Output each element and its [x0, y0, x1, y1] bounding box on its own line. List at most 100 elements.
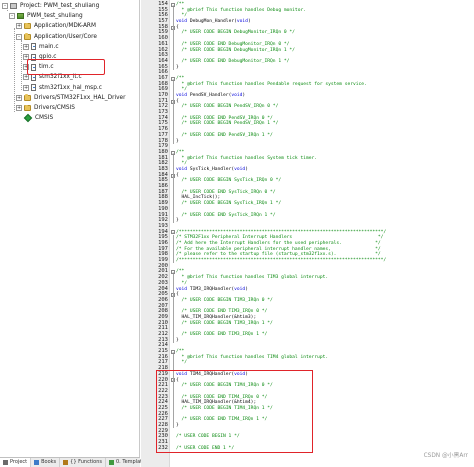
tim4-handler-highlight	[156, 370, 313, 453]
tree-item-label: Application/MDK-ARM	[34, 23, 96, 30]
tree-item[interactable]: - Project: PWM_test_shuliang	[2, 1, 99, 11]
file-icon	[31, 43, 36, 51]
expand-icon[interactable]: +	[23, 74, 29, 81]
gem-icon	[23, 113, 33, 123]
tree-guide-line	[21, 40, 22, 90]
tree-item[interactable]: + Drivers/CMSIS	[16, 103, 75, 113]
code-line: /* USER CODE END DebugMonitor_IRQn 1 */	[176, 58, 290, 65]
tab-icon	[63, 460, 69, 465]
target-icon	[17, 13, 24, 20]
fold-guide-line	[173, 80, 174, 144]
code-token: HAL_IncTick();	[176, 195, 221, 201]
code-token: /* USER CODE END TIM3_IRQn 0 */	[176, 309, 268, 315]
code-line: void TIM3_IRQHandler(void)	[176, 287, 248, 293]
tree-item-label: PWM_test_shuliang	[27, 13, 83, 20]
code-line: /* USER CODE BEGIN PendSV_IRQn 0 */	[176, 104, 279, 110]
code-line: void DebugMon_Handler(void)	[176, 19, 251, 25]
tree-item[interactable]: - Application/User/Core	[16, 32, 97, 42]
code-token: /* USER CODE END DebugMonitor_IRQn 0 */	[176, 41, 290, 47]
code-token: /**	[176, 349, 185, 355]
code-line: }	[176, 139, 179, 145]
code-token: )	[242, 93, 246, 99]
expand-icon[interactable]: +	[23, 84, 29, 91]
code-token: void	[176, 167, 188, 172]
code-token: * @brief This function handles TIM3 glob…	[176, 275, 329, 281]
expand-icon[interactable]: +	[16, 105, 22, 111]
code-token: /* For the available peripheral interrup…	[176, 246, 381, 252]
tree-item[interactable]: + stm32f1xx_hal_msp.c	[23, 83, 102, 93]
tree-item[interactable]: - PWM_test_shuliang	[9, 11, 83, 21]
expand-icon[interactable]: +	[23, 43, 29, 50]
code-token: void	[234, 286, 246, 292]
code-token: /* USER CODE END DebugMonitor_IRQn 1 */	[176, 58, 290, 64]
code-line: */	[176, 360, 188, 366]
tab-icon	[109, 460, 114, 465]
code-token: }	[176, 218, 179, 224]
file-icon	[31, 84, 36, 92]
code-token: /* USER CODE BEGIN SysTick_IRQn 1 */	[176, 201, 282, 207]
code-token: }	[176, 64, 179, 70]
code-token: */	[176, 87, 188, 93]
panel-tab[interactable]: {} Functions	[60, 458, 106, 467]
project-icon	[10, 3, 17, 9]
code-token: */	[176, 13, 188, 19]
folder-icon	[24, 22, 31, 30]
code-token: /***************************************…	[176, 229, 387, 235]
code-token: {	[176, 292, 179, 298]
code-token: * @brief This function handles Debug mon…	[176, 7, 306, 13]
code-token: /**	[176, 269, 185, 275]
tree-item[interactable]: + main.c	[23, 42, 59, 52]
code-token: void	[231, 93, 243, 99]
code-token: /**	[176, 75, 185, 81]
collapse-icon[interactable]: -	[9, 13, 15, 20]
watermark: CSDN @小黑Arr	[423, 453, 468, 459]
code-line: * @brief This function handles Pendable …	[176, 82, 367, 88]
expand-icon[interactable]: +	[16, 23, 22, 30]
fold-guide-line	[173, 154, 174, 224]
code-token: {	[176, 24, 179, 30]
fold-guide-line	[173, 7, 174, 70]
code-token: /* USER CODE END PendSV_IRQn 1 */	[176, 132, 273, 138]
tab-icon	[34, 460, 40, 465]
code-token: /* USER CODE BEGIN DebugMonitor_IRQn 0 *…	[176, 30, 295, 36]
code-line: /* USER CODE BEGIN DebugMonitor_IRQn 0 *…	[176, 30, 295, 36]
ide-window: - Project: PWM_test_shuliang - PWM_test_shu…	[0, 0, 474, 467]
code-line: /* USER CODE BEGIN TIM3_IRQn 1 */	[176, 321, 273, 327]
code-line: }	[176, 338, 179, 344]
panel-tab-label: {} Functions	[70, 459, 102, 465]
tree-item-label: Project: PWM_test_shuliang	[20, 3, 100, 9]
code-token: /**	[176, 149, 185, 155]
code-token: /**	[176, 2, 185, 7]
code-token: * @brief This function handles Pendable …	[176, 81, 367, 87]
code-line: }	[176, 65, 179, 71]
tree-item[interactable]: CMSIS	[16, 113, 53, 123]
code-token: }	[176, 138, 179, 144]
tab-icon	[3, 460, 8, 465]
panel-tab[interactable]: Project	[0, 458, 32, 467]
code-token: void	[176, 19, 188, 25]
folder-icon	[24, 33, 31, 40]
code-line: /* USER CODE END TIM3_IRQn 1 */	[176, 332, 268, 338]
code-line: /* USER CODE BEGIN SysTick_IRQn 0 */	[176, 178, 282, 184]
expand-icon[interactable]: +	[16, 94, 22, 101]
code-token: */	[176, 360, 188, 366]
panel-tab-label: Books	[41, 459, 57, 465]
code-line: * @brief This function handles System ti…	[176, 155, 318, 162]
tree-item-label: Application/User/Core	[34, 33, 97, 40]
tree-item[interactable]: + Drivers/STM32F1xx_HAL_Driver	[16, 93, 125, 103]
collapse-icon[interactable]: -	[16, 33, 22, 40]
code-token: */	[176, 280, 188, 286]
panel-tab-bar: Project Books{} Functions 0. Templates	[0, 457, 152, 467]
code-editor[interactable]: 154 155 156 157 158 159 160 161 162 163 164 165 166 1…	[141, 0, 474, 467]
code-token: * @brief This function handles System ti…	[176, 155, 318, 161]
tree-item-label: Drivers/CMSIS	[34, 105, 75, 111]
code-token: TIM3_IRQHandler(	[187, 286, 235, 292]
code-token: /* USER CODE BEGIN PendSV_IRQn 1 */	[176, 121, 279, 127]
code-token: DebugMon_Handler(	[187, 19, 237, 25]
code-line: /* USER CODE END PendSV_IRQn 1 */	[176, 133, 273, 139]
tree-item-label: CMSIS	[35, 115, 54, 122]
panel-tab[interactable]: Books	[31, 458, 61, 467]
tree-item[interactable]: + Application/MDK-ARM	[16, 21, 96, 31]
code-token: /* USER CODE BEGIN SysTick_IRQn 0 */	[176, 178, 282, 184]
code-token: /* USER CODE BEGIN DebugMonitor_IRQn 1 *…	[176, 47, 295, 53]
